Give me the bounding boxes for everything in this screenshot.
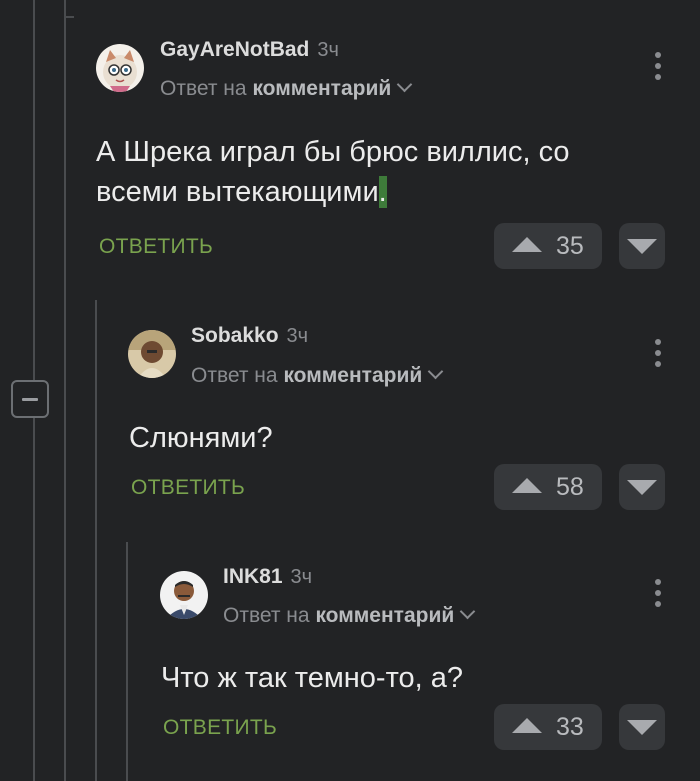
- triangle-down-icon: [627, 720, 657, 735]
- thread-line: [33, 0, 35, 380]
- thread-line: [95, 300, 97, 781]
- reply-to-line: Ответ на комментарий: [191, 363, 444, 388]
- upvote-button[interactable]: 58: [494, 464, 602, 510]
- downvote-button[interactable]: [619, 223, 665, 269]
- reply-button[interactable]: ОТВЕТИТЬ: [131, 476, 245, 500]
- reply-to-link[interactable]: комментарий: [315, 604, 454, 627]
- username-text[interactable]: Sobakko: [191, 324, 279, 347]
- triangle-up-icon: [512, 237, 542, 252]
- minus-box-icon: [22, 398, 38, 401]
- downvote-button[interactable]: [619, 464, 665, 510]
- username[interactable]: Sobakko 3ч: [191, 324, 308, 348]
- triangle-down-icon: [627, 239, 657, 254]
- thread-line: [33, 418, 35, 781]
- upvote-button[interactable]: 33: [494, 704, 602, 750]
- reply-to-link[interactable]: комментарий: [252, 77, 391, 100]
- upvote-button[interactable]: 35: [494, 223, 602, 269]
- comment-text-body: А Шрека играл бы брюс виллис, со всеми в…: [96, 136, 570, 208]
- avatar[interactable]: [160, 571, 208, 619]
- thread-line: [64, 0, 66, 781]
- timestamp: 3ч: [286, 325, 309, 347]
- thread-line: [64, 16, 74, 18]
- rating-count: 35: [556, 232, 584, 260]
- rating-count: 33: [556, 713, 584, 741]
- chevron-down-icon[interactable]: [396, 76, 413, 93]
- username[interactable]: GayAreNotBad 3ч: [160, 38, 339, 62]
- comment-text: А Шрека играл бы брюс виллис, со всеми в…: [96, 132, 656, 212]
- triangle-up-icon: [512, 478, 542, 493]
- downvote-button[interactable]: [619, 704, 665, 750]
- avatar[interactable]: [96, 44, 144, 92]
- reply-to-prefix: Ответ на: [223, 604, 310, 627]
- reply-button[interactable]: ОТВЕТИТЬ: [163, 716, 277, 740]
- username-text[interactable]: INK81: [223, 565, 283, 588]
- avatar[interactable]: [128, 330, 176, 378]
- rating-count: 58: [556, 473, 584, 501]
- reply-to-line: Ответ на комментарий: [223, 603, 476, 628]
- reply-to-prefix: Ответ на: [191, 364, 278, 387]
- comment-text-tail: .: [378, 176, 387, 208]
- reply-to-link[interactable]: комментарий: [283, 364, 422, 387]
- reply-button[interactable]: ОТВЕТИТЬ: [99, 235, 213, 259]
- reply-to-prefix: Ответ на: [160, 77, 247, 100]
- comment-text: Что ж так темно-то, а?: [161, 662, 464, 694]
- more-vertical-icon[interactable]: [648, 48, 668, 84]
- chevron-down-icon[interactable]: [459, 603, 476, 620]
- reply-to-line: Ответ на комментарий: [160, 76, 413, 101]
- triangle-up-icon: [512, 718, 542, 733]
- timestamp: 3ч: [317, 39, 339, 61]
- more-vertical-icon[interactable]: [648, 575, 668, 611]
- timestamp: 3ч: [290, 566, 313, 588]
- comment-text: Слюнями?: [129, 422, 273, 454]
- thread-line: [126, 542, 128, 781]
- username-text[interactable]: GayAreNotBad: [160, 38, 309, 61]
- more-vertical-icon[interactable]: [648, 335, 668, 371]
- chevron-down-icon[interactable]: [427, 363, 444, 380]
- triangle-down-icon: [627, 480, 657, 495]
- collapse-thread-button[interactable]: [11, 380, 49, 418]
- username[interactable]: INK81 3ч: [223, 565, 312, 589]
